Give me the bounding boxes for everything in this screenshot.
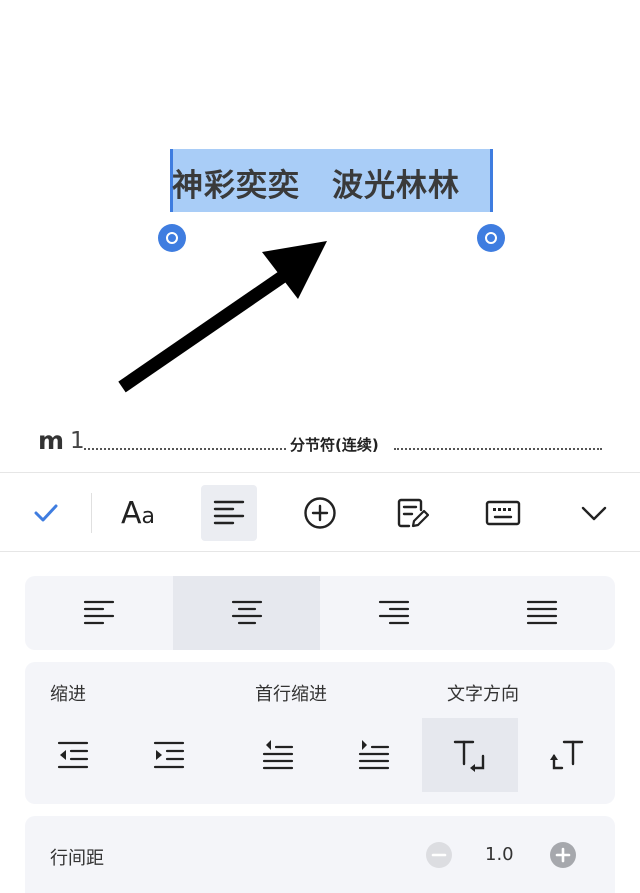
section-mark: m: [38, 426, 65, 455]
section-break-dots-left: [84, 448, 286, 450]
edit-note-icon: [397, 498, 429, 528]
annotation-arrow-icon: [118, 241, 327, 393]
align-right-icon: [378, 600, 409, 625]
confirm-button[interactable]: [18, 485, 74, 541]
align-justify-button[interactable]: [468, 576, 615, 650]
line-spacing-value: 1.0: [485, 844, 514, 865]
line-spacing-label: 行间距: [50, 848, 104, 869]
chevron-down-icon: [581, 506, 607, 521]
decrease-indent-button[interactable]: [25, 718, 121, 792]
first-line-indent-label: 首行缩进: [255, 684, 327, 705]
indent-group: 缩进 首行缩进 文字方向: [25, 662, 615, 804]
section-break-row: m 1 分节符(连续): [38, 426, 603, 456]
align-center-button[interactable]: [173, 576, 320, 650]
decrease-indent-icon: [57, 741, 89, 769]
keyboard-icon: [485, 500, 521, 526]
paragraph-panel: 缩进 首行缩进 文字方向 行间距 1.0: [0, 552, 640, 893]
first-line-decrease-icon: [262, 740, 294, 770]
line-spacing-group: 行间距 1.0: [25, 816, 615, 893]
increase-indent-icon: [153, 741, 185, 769]
align-center-icon: [231, 600, 262, 625]
first-line-decrease-button[interactable]: [230, 718, 326, 792]
align-left-button[interactable]: [25, 576, 172, 650]
plus-circle-filled-icon[interactable]: [549, 841, 577, 869]
section-break-label: 分节符(连续): [290, 436, 379, 454]
toolbar-divider: [91, 493, 92, 533]
indent-label: 缩进: [50, 684, 86, 705]
paragraph-align-icon: [213, 500, 245, 525]
paragraph-button[interactable]: [201, 485, 257, 541]
collapse-button[interactable]: [566, 485, 622, 541]
text-vertical-icon: [550, 740, 584, 770]
check-icon: [34, 504, 58, 522]
align-left-icon: [83, 600, 114, 625]
text-direction-label: 文字方向: [447, 684, 519, 705]
align-justify-icon: [526, 600, 557, 625]
section-number: 1: [70, 428, 85, 454]
edit-toolbar: Aa: [0, 472, 640, 552]
text-horizontal-icon: [453, 740, 485, 772]
review-button[interactable]: [384, 485, 440, 541]
align-right-button[interactable]: [320, 576, 467, 650]
section-break-dots-right: [394, 448, 602, 450]
keyboard-button[interactable]: [475, 485, 531, 541]
font-aa-icon: Aa: [120, 495, 155, 531]
minus-circle-icon[interactable]: [425, 841, 453, 869]
document-canvas[interactable]: 神彩奕奕 波光林林 m 1 分节符(连续): [0, 0, 640, 472]
text-vertical-button[interactable]: [519, 718, 615, 792]
text-horizontal-button[interactable]: [422, 718, 518, 792]
font-button[interactable]: Aa: [110, 485, 166, 541]
insert-button[interactable]: [292, 485, 348, 541]
alignment-group: [25, 576, 615, 650]
first-line-increase-button[interactable]: [326, 718, 422, 792]
first-line-increase-icon: [358, 740, 390, 770]
plus-circle-icon: [304, 497, 336, 529]
increase-indent-button[interactable]: [121, 718, 217, 792]
